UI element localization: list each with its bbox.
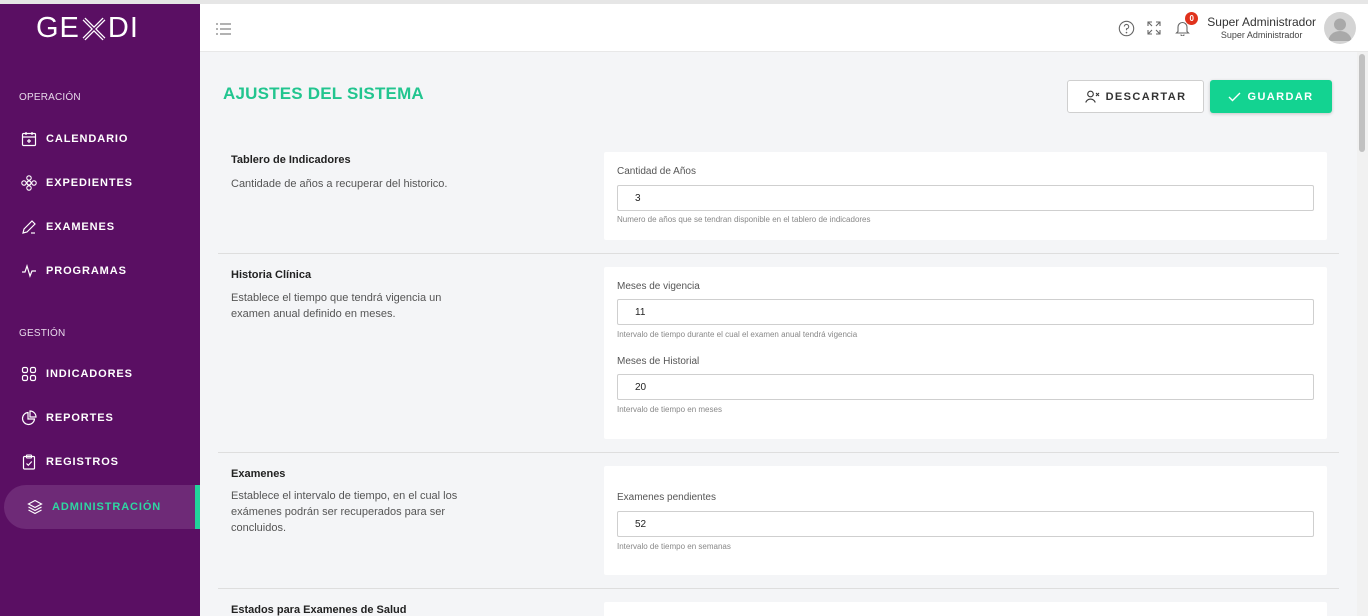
sidebar-item-registros[interactable]: REGISTROS bbox=[4, 440, 200, 484]
logo-x-icon bbox=[81, 16, 107, 42]
field-help-text: Intervalo de tiempo en meses bbox=[617, 405, 722, 414]
section-divider bbox=[218, 253, 1339, 254]
user-name: Super Administrador bbox=[1207, 15, 1316, 30]
notification-badge: 0 bbox=[1185, 12, 1199, 25]
field-help-text: Numero de años que se tendran disponible… bbox=[617, 215, 871, 224]
discard-button[interactable]: DESCARTAR bbox=[1067, 80, 1204, 113]
field-help-text: Intervalo de tiempo durante el cual el e… bbox=[617, 330, 858, 339]
pencil-icon bbox=[20, 218, 38, 236]
settings-section-tablero: Tablero de Indicadores Cantidade de años… bbox=[218, 152, 1339, 252]
sidebar-item-label: EXAMENES bbox=[46, 221, 115, 233]
section-description: Establece el tiempo que tendrá vigencia … bbox=[231, 292, 442, 320]
section-description: Cantidade de años a recuperar del histor… bbox=[231, 178, 448, 190]
fullscreen-icon[interactable] bbox=[1145, 19, 1163, 37]
menu-toggle-icon[interactable] bbox=[216, 22, 232, 35]
sidebar-item-label: REGISTROS bbox=[46, 456, 119, 468]
discard-button-label: DESCARTAR bbox=[1105, 90, 1187, 103]
user-role: Super Administrador bbox=[1220, 29, 1303, 40]
sidebar-item-programas[interactable]: PROGRAMAS bbox=[4, 249, 200, 293]
brand-logo[interactable]: GE DI bbox=[36, 12, 139, 45]
pulse-icon bbox=[20, 262, 38, 280]
section-title: Historia Clínica bbox=[231, 269, 312, 281]
user-menu[interactable]: Super Administrador Super Administrador bbox=[1207, 15, 1316, 40]
settings-card: Meses de vigencia 11 Intervalo de tiempo… bbox=[604, 267, 1327, 439]
field-help-text: Intervalo de tiempo en semanas bbox=[617, 542, 731, 551]
meses-historial-input[interactable]: 20 bbox=[617, 374, 1314, 400]
topbar: 0 Super Administrador Super Administrado… bbox=[200, 4, 1368, 52]
page-title: AJUSTES DEL SISTEMA bbox=[223, 84, 424, 103]
scroll-thumb[interactable] bbox=[1359, 54, 1365, 152]
sidebar-item-expedientes[interactable]: EXPEDIENTES bbox=[4, 161, 200, 205]
user-remove-icon bbox=[1084, 90, 1100, 103]
sidebar-item-examenes[interactable]: EXAMENES bbox=[4, 205, 200, 249]
section-title: Estados para Examenes de Salud bbox=[231, 604, 407, 616]
logo-text-right: DI bbox=[107, 12, 139, 44]
section-title: Examenes bbox=[231, 468, 286, 480]
save-button-label: GUARDAR bbox=[1247, 90, 1314, 103]
field-label: Meses de Historial bbox=[617, 356, 700, 367]
examenes-pendientes-input[interactable]: 52 bbox=[617, 511, 1314, 537]
save-button[interactable]: GUARDAR bbox=[1210, 80, 1332, 113]
grid-icon bbox=[20, 365, 38, 383]
check-icon bbox=[1228, 92, 1241, 102]
section-description: Establece el intervalo de tiempo, en el … bbox=[231, 490, 458, 534]
meses-vigencia-input[interactable]: 11 bbox=[617, 299, 1314, 325]
section-label-operacion: OPERACIÓN bbox=[19, 92, 81, 103]
flower-icon bbox=[20, 174, 38, 192]
topbar-actions: 0 Super Administrador Super Administrado… bbox=[1117, 4, 1368, 52]
settings-section-estados: Estados para Examenes de Salud bbox=[218, 602, 1339, 616]
sidebar-item-label: EXPEDIENTES bbox=[46, 177, 133, 189]
section-divider bbox=[218, 588, 1339, 589]
logo-text-left: GE bbox=[36, 12, 80, 44]
sidebar: GE DI OPERACIÓN CALENDARIO EXPEDIENTES E… bbox=[0, 4, 200, 616]
settings-section-historia-clinica: Historia Clínica Establece el tiempo que… bbox=[218, 267, 1339, 439]
sidebar-item-administracion[interactable]: ADMINISTRACIÓN bbox=[4, 485, 200, 529]
sidebar-item-label: INDICADORES bbox=[46, 368, 133, 380]
settings-card: Cantidad de Años 3 Numero de años que se… bbox=[604, 152, 1327, 240]
field-label: Meses de vigencia bbox=[617, 281, 700, 292]
section-label-gestion: GESTIÓN bbox=[19, 328, 66, 339]
section-title: Tablero de Indicadores bbox=[231, 154, 351, 166]
settings-card: Examenes pendientes 52 Intervalo de tiem… bbox=[604, 466, 1327, 575]
pie-chart-icon bbox=[20, 409, 38, 427]
sidebar-item-indicadores[interactable]: INDICADORES bbox=[4, 352, 200, 396]
cantidad-anios-input[interactable]: 3 bbox=[617, 185, 1314, 211]
sidebar-item-label: CALENDARIO bbox=[46, 133, 129, 145]
layers-icon bbox=[26, 498, 44, 516]
notification-bell-icon[interactable]: 0 bbox=[1173, 12, 1199, 37]
section-divider bbox=[218, 452, 1339, 453]
field-label: Examenes pendientes bbox=[617, 492, 716, 503]
sidebar-item-label: REPORTES bbox=[46, 412, 114, 424]
sidebar-item-label: ADMINISTRACIÓN bbox=[52, 501, 162, 513]
help-icon[interactable] bbox=[1117, 19, 1135, 37]
avatar[interactable] bbox=[1324, 12, 1356, 44]
sidebar-item-reportes[interactable]: REPORTES bbox=[4, 396, 200, 440]
page-scrollbar[interactable] bbox=[1357, 52, 1368, 616]
calendar-icon bbox=[20, 130, 38, 148]
settings-card bbox=[604, 602, 1327, 616]
field-label: Cantidad de Años bbox=[617, 166, 696, 177]
sidebar-item-calendario[interactable]: CALENDARIO bbox=[4, 117, 200, 161]
settings-section-examenes: Examenes Establece el intervalo de tiemp… bbox=[218, 466, 1339, 575]
sidebar-item-label: PROGRAMAS bbox=[46, 265, 127, 277]
clipboard-icon bbox=[20, 453, 38, 471]
